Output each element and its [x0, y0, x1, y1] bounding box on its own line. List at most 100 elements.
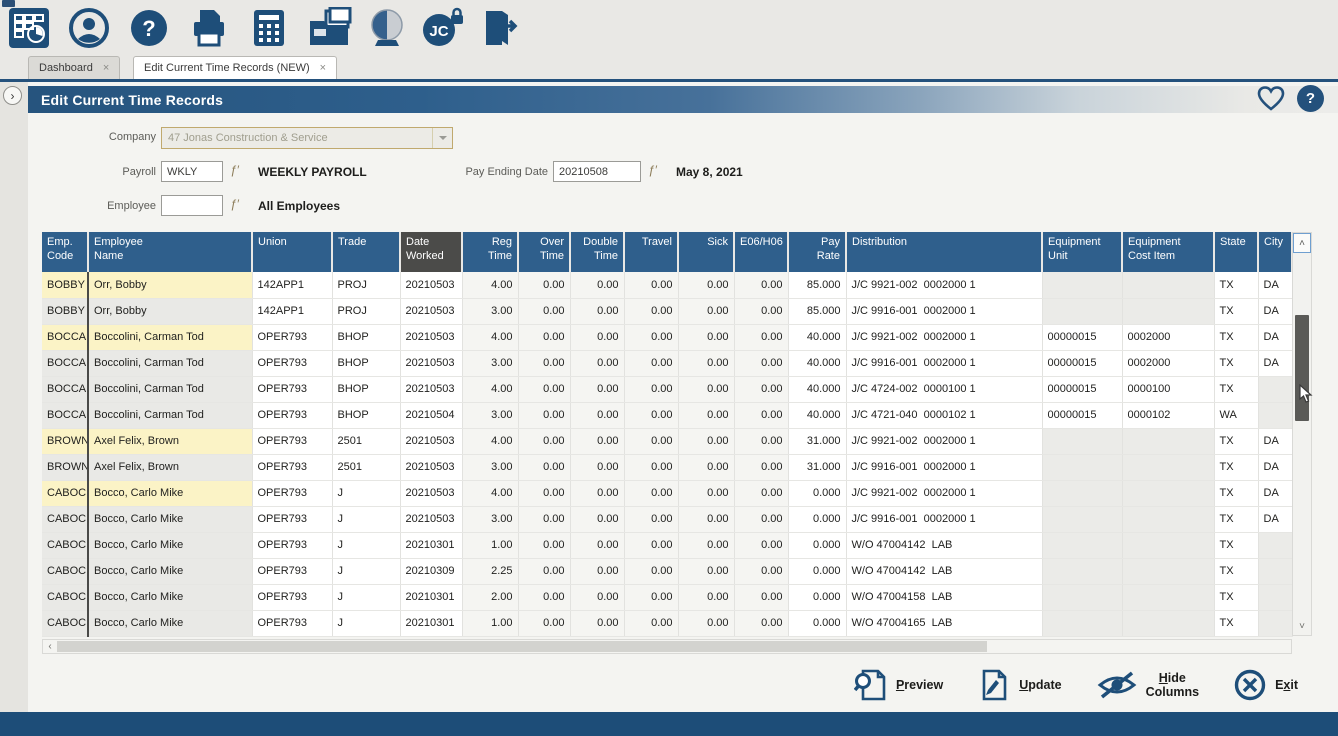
cell-equip_cost[interactable]: 0002000: [1122, 324, 1214, 350]
cell-distribution[interactable]: W/O 47004142 LAB: [846, 532, 1042, 558]
cell-double_time[interactable]: 0.00: [570, 454, 624, 480]
cell-state[interactable]: TX: [1214, 584, 1258, 610]
cell-equip_cost[interactable]: [1122, 298, 1214, 324]
cell-emp_code[interactable]: CABOC: [42, 532, 88, 558]
column-header-name[interactable]: Employee Name: [88, 232, 252, 272]
cell-over_time[interactable]: 0.00: [518, 350, 570, 376]
cell-date_worked[interactable]: 20210309: [400, 558, 462, 584]
cell-date_worked[interactable]: 20210301: [400, 610, 462, 636]
documents-folder-icon[interactable]: [306, 7, 354, 49]
cell-over_time[interactable]: 0.00: [518, 610, 570, 636]
cell-state[interactable]: TX: [1214, 428, 1258, 454]
cell-reg_time[interactable]: 3.00: [462, 402, 518, 428]
column-header-state[interactable]: State: [1214, 232, 1258, 272]
cell-travel[interactable]: 0.00: [624, 272, 678, 298]
cell-travel[interactable]: 0.00: [624, 324, 678, 350]
cell-pay_rate[interactable]: 85.000: [788, 298, 846, 324]
cell-equip_unit[interactable]: 00000015: [1042, 402, 1122, 428]
column-header-sick[interactable]: Sick: [678, 232, 734, 272]
user-icon[interactable]: [68, 7, 110, 49]
cell-over_time[interactable]: 0.00: [518, 298, 570, 324]
cell-date_worked[interactable]: 20210301: [400, 584, 462, 610]
dashboard-grid-icon[interactable]: [8, 7, 50, 49]
cell-e06_h06[interactable]: 0.00: [734, 428, 788, 454]
cell-union[interactable]: OPER793: [252, 532, 332, 558]
payroll-input[interactable]: WKLY: [161, 161, 223, 182]
cell-equip_unit[interactable]: [1042, 272, 1122, 298]
horizontal-scroll-thumb[interactable]: [57, 641, 987, 652]
cell-date_worked[interactable]: 20210503: [400, 454, 462, 480]
cell-date_worked[interactable]: 20210504: [400, 402, 462, 428]
cell-over_time[interactable]: 0.00: [518, 272, 570, 298]
column-header-e06_h06[interactable]: E06/H06: [734, 232, 788, 272]
exit-button[interactable]: Exit: [1233, 668, 1298, 702]
cell-e06_h06[interactable]: 0.00: [734, 402, 788, 428]
cell-pay_rate[interactable]: 0.000: [788, 480, 846, 506]
cell-trade[interactable]: BHOP: [332, 376, 400, 402]
cell-trade[interactable]: BHOP: [332, 324, 400, 350]
cell-reg_time[interactable]: 3.00: [462, 298, 518, 324]
column-header-emp_code[interactable]: Emp. Code: [42, 232, 88, 272]
cell-pay_rate[interactable]: 0.000: [788, 532, 846, 558]
cell-distribution[interactable]: J/C 9921-002 0002000 1: [846, 428, 1042, 454]
vertical-scroll-thumb[interactable]: [1295, 315, 1309, 421]
cell-reg_time[interactable]: 4.00: [462, 272, 518, 298]
cell-trade[interactable]: BHOP: [332, 402, 400, 428]
cell-name[interactable]: Axel Felix, Brown: [88, 428, 252, 454]
cell-e06_h06[interactable]: 0.00: [734, 454, 788, 480]
column-header-equip_unit[interactable]: Equipment Unit: [1042, 232, 1122, 272]
cell-union[interactable]: OPER793: [252, 506, 332, 532]
update-button[interactable]: Update: [977, 668, 1061, 702]
cell-date_worked[interactable]: 20210503: [400, 298, 462, 324]
cell-emp_code[interactable]: BOBBY: [42, 272, 88, 298]
column-header-distribution[interactable]: Distribution: [846, 232, 1042, 272]
column-header-trade[interactable]: Trade: [332, 232, 400, 272]
company-select[interactable]: 47 Jonas Construction & Service: [161, 127, 453, 149]
cell-emp_code[interactable]: BOBBY: [42, 298, 88, 324]
cell-equip_unit[interactable]: [1042, 506, 1122, 532]
pay-ending-date-input[interactable]: 20210508: [553, 161, 641, 182]
cell-equip_unit[interactable]: [1042, 454, 1122, 480]
cell-over_time[interactable]: 0.00: [518, 506, 570, 532]
cell-state[interactable]: TX: [1214, 558, 1258, 584]
page-help-button[interactable]: ?: [1297, 85, 1324, 112]
cell-equip_unit[interactable]: [1042, 298, 1122, 324]
column-header-union[interactable]: Union: [252, 232, 332, 272]
cell-double_time[interactable]: 0.00: [570, 584, 624, 610]
cell-emp_code[interactable]: CABOC: [42, 506, 88, 532]
cell-trade[interactable]: BHOP: [332, 350, 400, 376]
cell-state[interactable]: TX: [1214, 272, 1258, 298]
cell-equip_cost[interactable]: 0002000: [1122, 350, 1214, 376]
cell-sick[interactable]: 0.00: [678, 480, 734, 506]
cell-union[interactable]: OPER793: [252, 376, 332, 402]
cell-emp_code[interactable]: CABOC: [42, 558, 88, 584]
cell-city[interactable]: DA: [1258, 272, 1292, 298]
cell-trade[interactable]: J: [332, 584, 400, 610]
cell-trade[interactable]: J: [332, 558, 400, 584]
cell-double_time[interactable]: 0.00: [570, 558, 624, 584]
panel-expander-button[interactable]: ›: [3, 86, 22, 105]
cell-pay_rate[interactable]: 40.000: [788, 350, 846, 376]
cell-state[interactable]: TX: [1214, 532, 1258, 558]
cell-double_time[interactable]: 0.00: [570, 272, 624, 298]
cell-e06_h06[interactable]: 0.00: [734, 376, 788, 402]
tab-close-icon[interactable]: ×: [103, 62, 109, 74]
cell-equip_cost[interactable]: [1122, 558, 1214, 584]
cell-double_time[interactable]: 0.00: [570, 428, 624, 454]
cell-emp_code[interactable]: BROWN: [42, 428, 88, 454]
cell-state[interactable]: TX: [1214, 480, 1258, 506]
cell-equip_unit[interactable]: [1042, 428, 1122, 454]
cell-equip_cost[interactable]: [1122, 610, 1214, 636]
jc-lock-icon[interactable]: JC: [420, 7, 468, 49]
cell-union[interactable]: OPER793: [252, 428, 332, 454]
cell-emp_code[interactable]: BOCCA: [42, 324, 88, 350]
cell-name[interactable]: Orr, Bobby: [88, 298, 252, 324]
preview-button[interactable]: Preview: [854, 668, 943, 702]
cell-reg_time[interactable]: 1.00: [462, 610, 518, 636]
employee-lookup-icon[interactable]: ƒ′: [230, 197, 239, 211]
cell-sick[interactable]: 0.00: [678, 350, 734, 376]
cell-union[interactable]: 142APP1: [252, 298, 332, 324]
cell-double_time[interactable]: 0.00: [570, 402, 624, 428]
cell-name[interactable]: Bocco, Carlo Mike: [88, 610, 252, 636]
cell-trade[interactable]: J: [332, 532, 400, 558]
